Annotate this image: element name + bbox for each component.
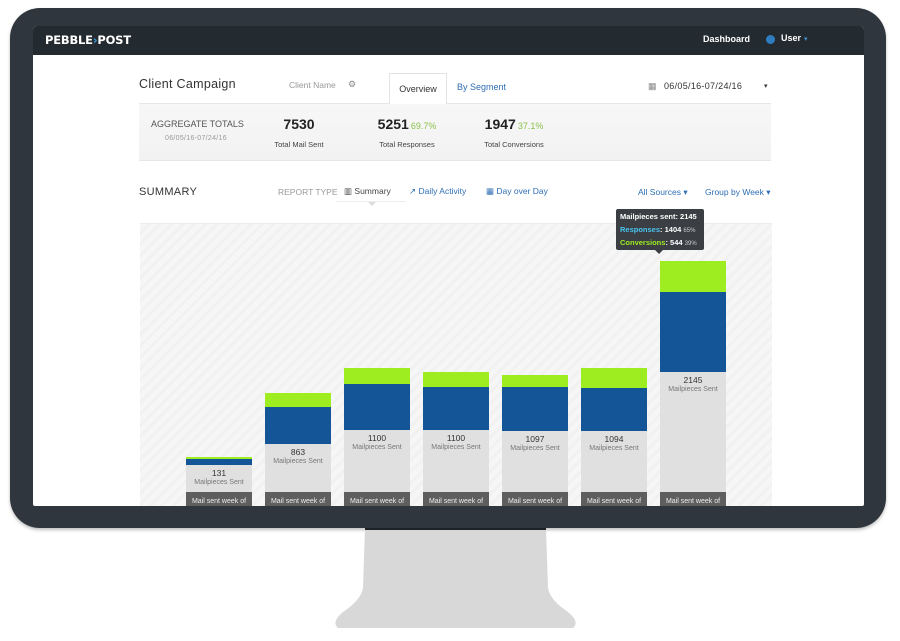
report-type-summary[interactable]: ▥ Summary <box>344 186 391 197</box>
date-range-picker[interactable]: 06/05/16-07/24/16 <box>664 81 742 91</box>
stat-total-mail-sent: 7530 Total Mail Sent <box>269 116 329 149</box>
stat-value: 1947 <box>484 116 516 132</box>
conversions-segment[interactable] <box>265 392 331 407</box>
chevron-down-icon[interactable]: ▾ <box>804 35 808 43</box>
bar-chart-icon: ▥ <box>344 186 353 196</box>
user-menu[interactable]: User <box>781 33 801 43</box>
group-by-dropdown[interactable]: Group by Week ▾ <box>705 187 771 198</box>
screen: PEBBLE›POST Dashboard User ▾ Client Camp… <box>33 26 864 506</box>
report-type-label: REPORT TYPE <box>278 187 338 197</box>
bar-value-label: 1097 <box>525 433 545 444</box>
bar-sub-label: Mailpieces Sent <box>510 444 560 452</box>
active-report-pointer <box>368 202 376 206</box>
responses-segment[interactable] <box>660 291 726 372</box>
aggregate-totals-date: 06/05/16-07/24/16 <box>165 135 227 142</box>
top-navbar: PEBBLE›POST Dashboard User ▾ <box>33 26 864 55</box>
stat-label: Total Mail Sent <box>274 140 324 149</box>
bar-sub-label: Mailpieces Sent <box>431 444 481 452</box>
sources-dropdown[interactable]: All Sources ▾ <box>638 187 688 198</box>
responses-segment[interactable] <box>344 384 410 431</box>
gear-icon[interactable]: ⚙ <box>348 79 356 90</box>
bar-value-label: 1094 <box>604 433 624 444</box>
chart-bar[interactable]: 863 Mailpieces Sent Mail sent week of <box>265 224 331 506</box>
bar-value-label: 863 <box>290 446 306 457</box>
bar-sub-label: Mailpieces Sent <box>589 444 639 452</box>
responses-segment[interactable] <box>581 387 647 431</box>
bar-category-label: Mail sent week of <box>186 492 252 506</box>
stat-label: Total Responses <box>379 140 435 149</box>
responses-segment[interactable] <box>423 387 489 431</box>
tab-overview[interactable]: Overview <box>389 73 447 104</box>
stat-value: 7530 <box>283 116 315 132</box>
responses-segment[interactable] <box>502 386 568 431</box>
stat-label: Total Conversions <box>484 140 544 149</box>
conversions-segment[interactable] <box>344 368 410 385</box>
conversions-segment[interactable] <box>581 367 647 388</box>
stat-total-responses: 5251 69.7% Total Responses <box>367 116 447 149</box>
chart-bar[interactable]: 1094 Mailpieces Sent Mail sent week of <box>581 224 647 506</box>
chart-bar[interactable]: 1100 Mailpieces Sent Mail sent week of <box>344 224 410 506</box>
user-avatar-icon[interactable] <box>766 35 775 44</box>
tooltip-arrow <box>655 250 663 254</box>
bar-category-label: Mail sent week of <box>265 492 331 506</box>
chart-bar[interactable]: 131 Mailpieces Sent Mail sent week of <box>186 224 252 506</box>
bar-category-label: Mail sent week of <box>502 492 568 506</box>
bar-value-label: 2145 <box>683 375 703 385</box>
nav-dashboard-link[interactable]: Dashboard <box>703 34 750 44</box>
bar-sub-label: Mailpieces Sent <box>352 444 402 452</box>
calendar-icon[interactable]: ▦ <box>648 81 657 92</box>
bar-value-label: 131 <box>211 468 227 478</box>
bar-value-label: 1100 <box>367 433 387 444</box>
bar-value-label: 1100 <box>446 433 466 444</box>
chart-bar[interactable]: 1097 Mailpieces Sent Mail sent week of <box>502 224 568 506</box>
bar-category-label: Mail sent week of <box>581 492 647 506</box>
bar-category-label: Mail sent week of <box>423 492 489 506</box>
conversions-segment[interactable] <box>423 372 489 388</box>
chart-tooltip: Mailpieces sent: 2145 Responses: 1404 65… <box>616 209 704 250</box>
pebblepost-logo[interactable]: PEBBLE›POST <box>45 33 131 47</box>
conversions-segment[interactable] <box>660 260 726 292</box>
summary-chart: 131 Mailpieces Sent Mail sent week of 863 Ma… <box>140 223 772 506</box>
summary-title: SUMMARY <box>139 186 198 198</box>
client-name-label: Client Name <box>289 80 336 90</box>
report-type-daily-activity[interactable]: ↗ Daily Activity <box>409 186 466 197</box>
monitor-stand <box>335 528 576 628</box>
report-type-day-over-day[interactable]: ▦ Day over Day <box>486 186 548 197</box>
bar-category-label: Mail sent week of <box>344 492 410 506</box>
aggregate-totals-title: AGGREGATE TOTALS <box>151 119 244 129</box>
stat-percent: 37.1% <box>517 121 544 131</box>
tab-by-segment[interactable]: By Segment <box>457 82 506 92</box>
stat-total-conversions: 1947 37.1% Total Conversions <box>469 116 559 149</box>
chart-bar[interactable]: 2145 Mailpieces Sent Mail sent week of <box>660 224 726 506</box>
bar-sub-label: Mailpieces Sent <box>668 386 718 393</box>
chevron-down-icon[interactable]: ▾ <box>764 82 768 90</box>
grid-icon: ▦ <box>486 186 495 196</box>
stat-value: 5251 <box>377 116 409 132</box>
aggregate-totals-panel: AGGREGATE TOTALS 06/05/16-07/24/16 7530 … <box>139 104 771 161</box>
bar-sub-label: Mailpieces Sent <box>273 457 323 465</box>
responses-segment[interactable] <box>265 406 331 444</box>
stat-percent: 69.7% <box>410 121 437 131</box>
bar-category-label: Mail sent week of <box>660 492 726 506</box>
page-title: Client Campaign <box>139 77 236 91</box>
chart-bar[interactable]: 1100 Mailpieces Sent Mail sent week of <box>423 224 489 506</box>
line-chart-icon: ↗ <box>409 186 417 196</box>
bar-sub-label: Mailpieces Sent <box>194 479 244 486</box>
conversions-segment[interactable] <box>502 374 568 387</box>
